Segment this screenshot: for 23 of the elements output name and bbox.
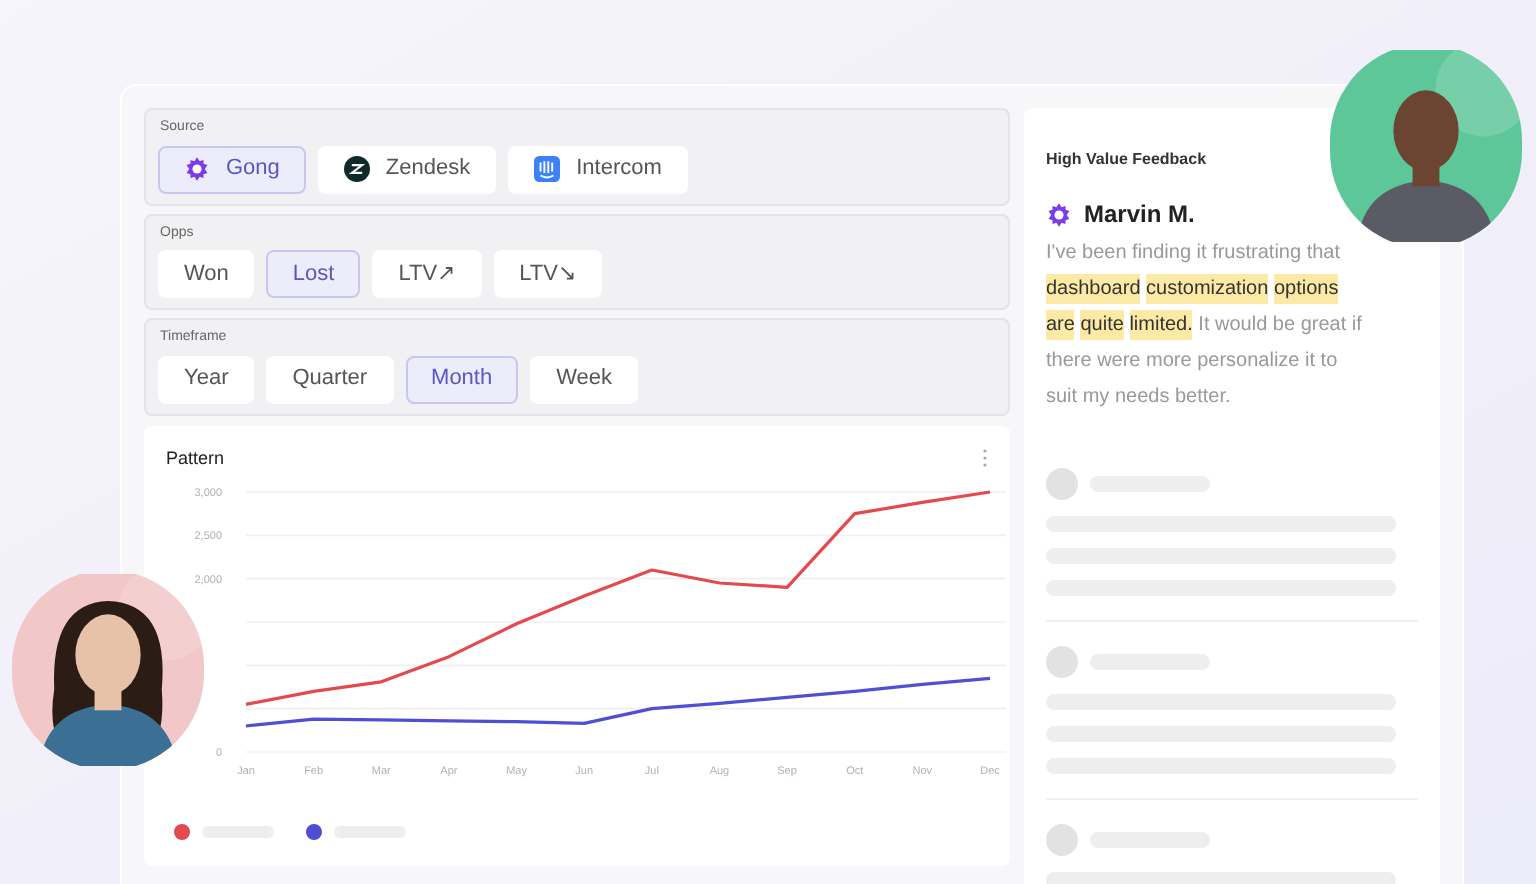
avatar-placeholder bbox=[1046, 824, 1078, 856]
filter-option[interactable]: Lost bbox=[266, 250, 361, 298]
filter-option[interactable]: Quarter bbox=[266, 355, 394, 403]
feedback-title: High Value Feedback bbox=[1046, 148, 1209, 172]
gear-icon bbox=[1046, 201, 1072, 227]
filter-option[interactable]: Year bbox=[158, 355, 255, 403]
filter-option[interactable]: LTV↘ bbox=[493, 250, 602, 298]
filter-option[interactable]: Gong bbox=[158, 145, 306, 193]
avatar-placeholder bbox=[1046, 468, 1078, 500]
more-icon[interactable] bbox=[982, 448, 988, 469]
logo-icon bbox=[343, 156, 370, 182]
filter-option[interactable]: Month bbox=[405, 355, 519, 403]
filter-option[interactable]: LTV↗ bbox=[372, 250, 482, 298]
avatar-placeholder bbox=[1046, 646, 1078, 678]
chat-icon bbox=[534, 156, 561, 182]
filter-option[interactable]: Intercom bbox=[508, 145, 688, 193]
filter-option[interactable]: Zendesk bbox=[317, 145, 497, 193]
filter-option[interactable]: Week bbox=[530, 355, 639, 403]
chart-title: Pattern bbox=[166, 445, 225, 471]
gear-icon bbox=[184, 156, 210, 182]
feedback-text: I've been finding it frustrating that dashboard customization options are quite limited. It would be great if there were more personalize it to suit my needs better. bbox=[1046, 240, 1364, 412]
filter-option[interactable]: Won bbox=[158, 250, 255, 298]
author-name: Marvin M. bbox=[1084, 198, 1195, 232]
